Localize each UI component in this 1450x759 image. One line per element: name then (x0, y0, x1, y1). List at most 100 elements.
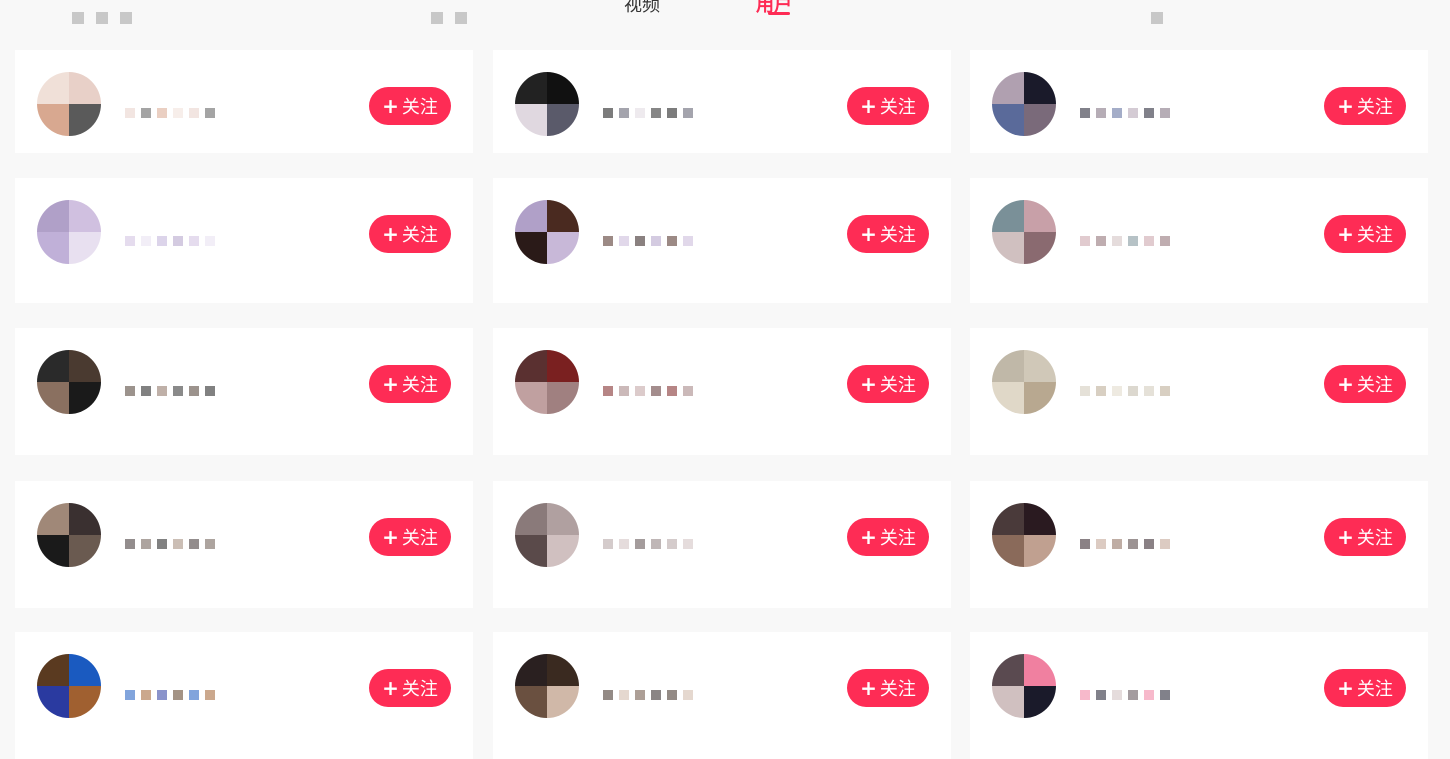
follow-button[interactable]: + 关注 (1324, 365, 1406, 403)
avatar[interactable] (992, 72, 1056, 136)
plus-icon: + (1337, 372, 1354, 396)
user-nickname[interactable] (603, 660, 833, 682)
user-results-grid: + 关注 + 关注 + 关注 + 关注 + 关注 + 关注 + 关注 + 关注 + 关注 + 关注 + 关注 + 关注 + 关注 +… (15, 50, 1430, 759)
user-card[interactable]: + 关注 (970, 481, 1428, 608)
follow-button[interactable]: + 关注 (369, 669, 451, 707)
user-info (125, 356, 355, 396)
follow-button[interactable]: + 关注 (1324, 87, 1406, 125)
user-nickname[interactable] (125, 78, 355, 100)
follow-label: 关注 (879, 225, 916, 246)
user-meta (1080, 539, 1310, 549)
nav-placeholder-mid (431, 12, 467, 24)
plus-icon: + (860, 372, 877, 396)
user-nickname[interactable] (125, 206, 355, 228)
user-card[interactable]: + 关注 (970, 328, 1428, 455)
user-meta (603, 236, 833, 246)
avatar[interactable] (992, 654, 1056, 718)
follow-label: 关注 (401, 528, 438, 549)
avatar[interactable] (37, 350, 101, 414)
user-nickname[interactable] (1080, 78, 1310, 100)
avatar[interactable] (515, 350, 579, 414)
follow-button[interactable]: + 关注 (1324, 215, 1406, 253)
follow-button[interactable]: + 关注 (369, 518, 451, 556)
follow-label: 关注 (401, 225, 438, 246)
avatar[interactable] (515, 503, 579, 567)
user-info (1080, 206, 1310, 246)
tab-video[interactable]: 视频 (624, 0, 660, 17)
user-card[interactable]: + 关注 (15, 50, 473, 153)
user-nickname[interactable] (603, 356, 833, 378)
avatar[interactable] (37, 200, 101, 264)
follow-button[interactable]: + 关注 (847, 87, 929, 125)
follow-button[interactable]: + 关注 (847, 365, 929, 403)
user-info (1080, 509, 1310, 549)
follow-label: 关注 (1356, 375, 1393, 396)
active-tab-indicator (768, 12, 790, 15)
user-nickname[interactable] (603, 509, 833, 531)
plus-icon: + (1337, 222, 1354, 246)
user-card[interactable]: + 关注 (493, 328, 951, 455)
follow-button[interactable]: + 关注 (847, 215, 929, 253)
user-nickname[interactable] (603, 78, 833, 100)
avatar[interactable] (515, 200, 579, 264)
user-card[interactable]: + 关注 (15, 328, 473, 455)
user-nickname[interactable] (125, 509, 355, 531)
avatar[interactable] (992, 200, 1056, 264)
follow-button[interactable]: + 关注 (369, 215, 451, 253)
user-card[interactable]: + 关注 (970, 50, 1428, 153)
follow-label: 关注 (1356, 679, 1393, 700)
user-meta (603, 108, 833, 118)
user-nickname[interactable] (1080, 660, 1310, 682)
avatar[interactable] (992, 503, 1056, 567)
user-meta (125, 108, 355, 118)
user-info (603, 206, 833, 246)
user-card[interactable]: + 关注 (493, 632, 951, 759)
user-nickname[interactable] (603, 206, 833, 228)
avatar[interactable] (37, 654, 101, 718)
user-card[interactable]: + 关注 (493, 50, 951, 153)
user-nickname[interactable] (1080, 509, 1310, 531)
user-info (125, 509, 355, 549)
plus-icon: + (1337, 525, 1354, 549)
user-nickname[interactable] (125, 356, 355, 378)
avatar[interactable] (37, 72, 101, 136)
user-meta (125, 690, 355, 700)
user-nickname[interactable] (1080, 206, 1310, 228)
user-meta (603, 386, 833, 396)
user-nickname[interactable] (125, 660, 355, 682)
follow-button[interactable]: + 关注 (1324, 518, 1406, 556)
user-info (125, 78, 355, 118)
follow-label: 关注 (1356, 97, 1393, 118)
follow-label: 关注 (879, 97, 916, 118)
user-card[interactable]: + 关注 (15, 178, 473, 303)
user-card[interactable]: + 关注 (493, 481, 951, 608)
user-card[interactable]: + 关注 (15, 632, 473, 759)
user-card[interactable]: + 关注 (493, 178, 951, 303)
user-meta (1080, 108, 1310, 118)
follow-label: 关注 (1356, 528, 1393, 549)
follow-button[interactable]: + 关注 (369, 87, 451, 125)
user-nickname[interactable] (1080, 356, 1310, 378)
plus-icon: + (382, 222, 399, 246)
avatar[interactable] (515, 654, 579, 718)
plus-icon: + (1337, 676, 1354, 700)
follow-label: 关注 (401, 679, 438, 700)
avatar[interactable] (992, 350, 1056, 414)
avatar[interactable] (37, 503, 101, 567)
nav-placeholder-right (1151, 12, 1163, 24)
follow-label: 关注 (879, 679, 916, 700)
avatar[interactable] (515, 72, 579, 136)
follow-button[interactable]: + 关注 (369, 365, 451, 403)
plus-icon: + (860, 222, 877, 246)
plus-icon: + (382, 372, 399, 396)
user-card[interactable]: + 关注 (970, 632, 1428, 759)
user-card[interactable]: + 关注 (970, 178, 1428, 303)
user-info (125, 206, 355, 246)
user-card[interactable]: + 关注 (15, 481, 473, 608)
follow-button[interactable]: + 关注 (847, 669, 929, 707)
follow-button[interactable]: + 关注 (847, 518, 929, 556)
user-info (1080, 78, 1310, 118)
follow-button[interactable]: + 关注 (1324, 669, 1406, 707)
plus-icon: + (860, 525, 877, 549)
plus-icon: + (382, 94, 399, 118)
